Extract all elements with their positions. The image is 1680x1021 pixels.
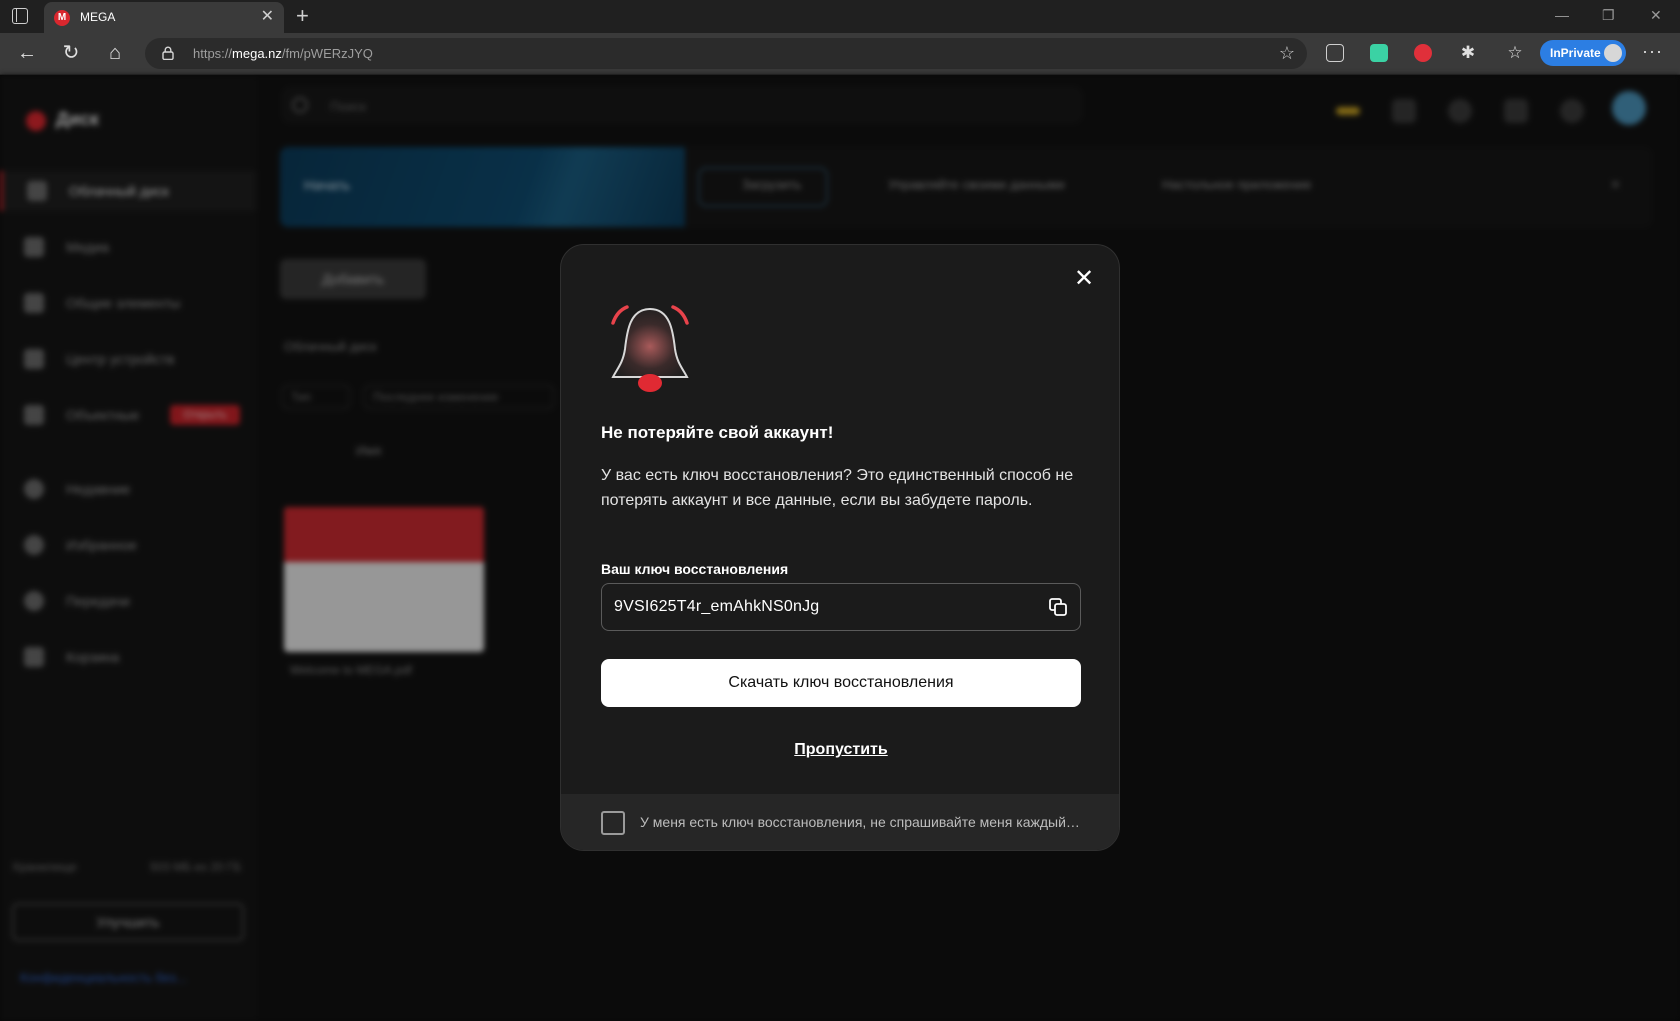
refresh-icon[interactable]: ↻ xyxy=(60,42,82,64)
skip-link[interactable]: Пропустить xyxy=(561,741,1119,759)
tab-actions-icon[interactable] xyxy=(12,8,28,24)
inprivate-badge[interactable]: InPrivate xyxy=(1540,40,1626,66)
favorites-icon[interactable]: ☆ xyxy=(1504,42,1526,64)
url-text: https://mega.nz/fm/pWERzJYQ xyxy=(193,46,373,61)
back-icon[interactable]: ← xyxy=(16,42,38,64)
recovery-key-label: Ваш ключ восстановления xyxy=(601,561,789,577)
window-close-icon[interactable]: ✕ xyxy=(1650,7,1662,24)
dialog-title: Не потеряйте свой аккаунт! xyxy=(601,423,834,442)
tab-close-icon[interactable]: ✕ xyxy=(261,8,274,26)
extension-green-icon[interactable] xyxy=(1370,44,1388,62)
dialog-footer: У меня есть ключ восстановления, не спра… xyxy=(561,794,1119,850)
recovery-key-value: 9VSI625T4r_emAhkNS0nJg xyxy=(614,598,820,615)
favorite-star-icon[interactable]: ☆ xyxy=(1279,43,1295,64)
dont-ask-again-checkbox[interactable] xyxy=(601,811,625,835)
extension-scan-icon[interactable] xyxy=(1326,44,1344,62)
bell-icon xyxy=(611,305,689,392)
lock-icon xyxy=(162,46,174,60)
download-recovery-key-button[interactable]: Скачать ключ восстановления xyxy=(601,659,1081,707)
dialog-close-icon[interactable]: ✕ xyxy=(1072,267,1096,291)
dont-ask-again-label[interactable]: У меня есть ключ восстановления, не спра… xyxy=(640,814,1080,830)
new-tab-icon[interactable]: + xyxy=(296,4,309,28)
minimize-icon[interactable]: — xyxy=(1555,7,1569,23)
inprivate-label: InPrivate xyxy=(1550,46,1601,60)
browser-tabbar: M MEGA ✕ + — ❐ ✕ xyxy=(0,0,1680,33)
more-options-icon[interactable]: ··· xyxy=(1642,41,1663,62)
recovery-key-field[interactable]: 9VSI625T4r_emAhkNS0nJg xyxy=(601,583,1081,631)
mega-favicon-icon: M xyxy=(54,10,70,26)
browser-tab[interactable]: M MEGA ✕ xyxy=(44,2,284,33)
adblock-plus-icon[interactable] xyxy=(1414,44,1432,62)
address-bar[interactable]: https://mega.nz/fm/pWERzJYQ ☆ xyxy=(145,38,1307,69)
recovery-key-dialog: ✕ Не потеряйте свой аккаунт! У вас есть … xyxy=(560,244,1120,851)
browser-navbar: ← ↻ ⌂ https://mega.nz/fm/pWERzJYQ ☆ ✱ ☆ … xyxy=(0,33,1680,75)
dialog-description: У вас есть ключ восстановления? Это един… xyxy=(601,467,1074,509)
tab-title: MEGA xyxy=(80,10,116,24)
home-icon[interactable]: ⌂ xyxy=(104,42,126,64)
extensions-puzzle-icon[interactable]: ✱ xyxy=(1457,42,1479,64)
profile-avatar-icon xyxy=(1602,42,1624,64)
copy-icon[interactable] xyxy=(1048,597,1068,617)
restore-icon[interactable]: ❐ xyxy=(1602,7,1615,24)
